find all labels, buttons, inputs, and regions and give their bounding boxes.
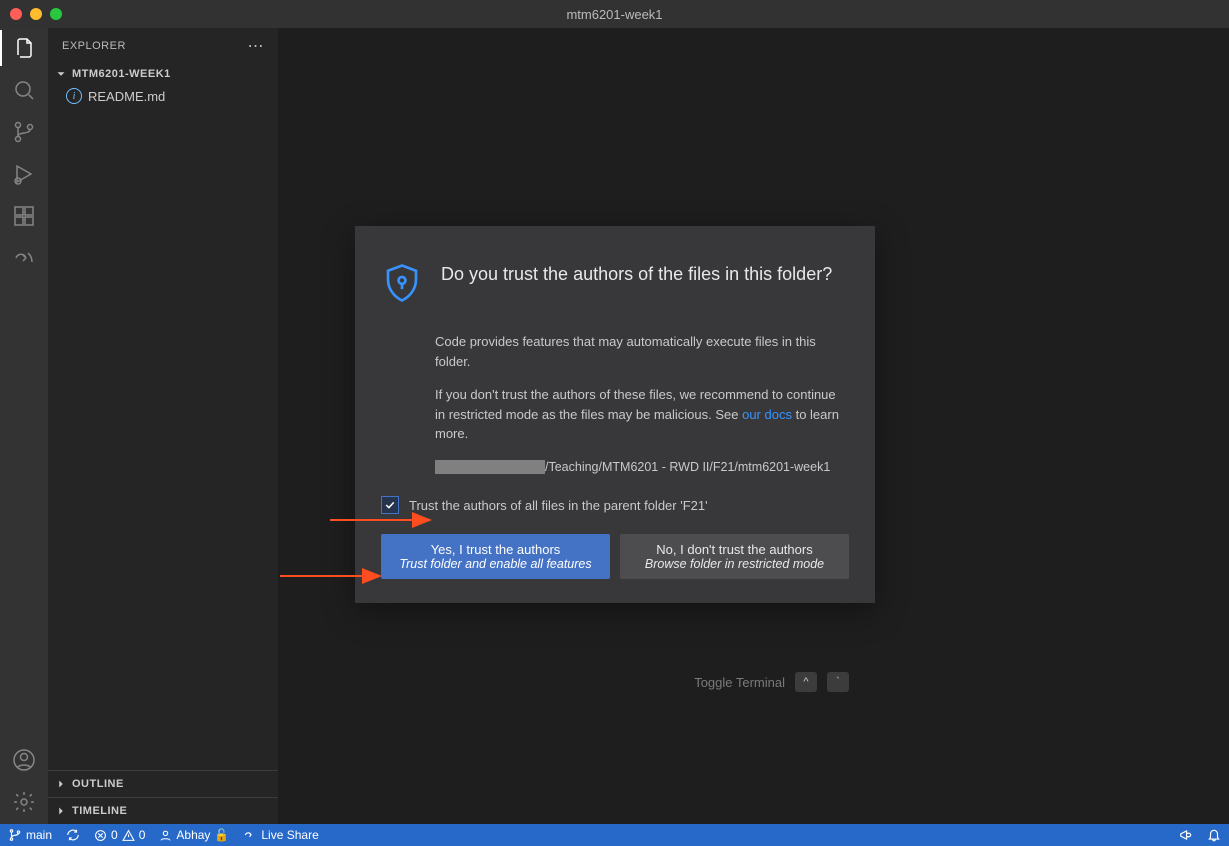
- bell-icon: [1207, 828, 1221, 842]
- settings-activity[interactable]: [12, 790, 36, 814]
- workspace-name: MTM6201-WEEK1: [72, 68, 171, 80]
- sidebar-header: EXPLORER ⋯: [48, 28, 278, 63]
- minimize-window-button[interactable]: [30, 8, 42, 20]
- error-icon: [94, 829, 107, 842]
- status-problems[interactable]: 0 0: [94, 828, 145, 842]
- status-sync[interactable]: [66, 828, 80, 842]
- live-share-activity[interactable]: [12, 246, 36, 270]
- info-file-icon: i: [66, 88, 82, 104]
- file-item-readme[interactable]: i README.md: [48, 85, 278, 107]
- live-share-icon: [12, 246, 36, 270]
- timeline-label: TIMELINE: [72, 805, 127, 817]
- extensions-activity[interactable]: [12, 204, 36, 228]
- gear-icon: [12, 790, 36, 814]
- branch-name: main: [26, 828, 52, 842]
- outline-section[interactable]: OUTLINE: [48, 770, 278, 797]
- annotation-arrow-yes-button: [280, 566, 390, 591]
- shield-icon: [381, 262, 423, 304]
- run-debug-activity[interactable]: [12, 162, 36, 186]
- account-icon: [12, 748, 36, 772]
- dialog-paragraph-1: Code provides features that may automati…: [435, 332, 849, 371]
- welcome-hint-toggle-terminal: Toggle Terminal ^ `: [694, 672, 849, 692]
- trust-parent-checkbox-row[interactable]: Trust the authors of all files in the pa…: [381, 496, 849, 514]
- titlebar: mtm6201-week1: [0, 0, 1229, 28]
- live-share-label: Live Share: [261, 828, 318, 842]
- git-branch-icon: [8, 828, 22, 842]
- sync-icon: [66, 828, 80, 842]
- status-feedback[interactable]: [1179, 828, 1193, 842]
- redacted-path-segment: [435, 460, 545, 474]
- status-notifications[interactable]: [1207, 828, 1221, 842]
- dialog-title: Do you trust the authors of the files in…: [441, 262, 832, 287]
- accounts-activity[interactable]: [12, 748, 36, 772]
- warning-count: 0: [139, 828, 146, 842]
- timeline-section[interactable]: TIMELINE: [48, 797, 278, 824]
- sidebar-more-actions[interactable]: ⋯: [248, 36, 265, 56]
- window-controls: [10, 8, 62, 20]
- activity-bar: [0, 28, 48, 824]
- user-name: Abhay: [176, 828, 210, 842]
- kbd-ctrl: ^: [795, 672, 817, 692]
- workspace-trust-dialog: Do you trust the authors of the files in…: [355, 226, 875, 603]
- chevron-right-icon: [54, 777, 68, 791]
- trust-button-main: Yes, I trust the authors: [431, 542, 561, 557]
- kbd-backtick: `: [827, 672, 849, 692]
- search-icon: [12, 78, 36, 102]
- folder-path: /Teaching/MTM6201 - RWD II/F21/mtm6201-w…: [435, 458, 849, 477]
- status-user[interactable]: Abhay 🔓: [159, 828, 229, 842]
- source-control-activity[interactable]: [12, 120, 36, 144]
- window-title: mtm6201-week1: [0, 7, 1229, 22]
- trust-button-sub: Trust folder and enable all features: [387, 557, 604, 571]
- file-name: README.md: [88, 89, 165, 104]
- person-icon: [159, 829, 172, 842]
- trust-authors-button[interactable]: Yes, I trust the authors Trust folder an…: [381, 534, 610, 579]
- dont-trust-button-main: No, I don't trust the authors: [656, 542, 812, 557]
- files-icon: [12, 36, 36, 60]
- search-activity[interactable]: [12, 78, 36, 102]
- outline-label: OUTLINE: [72, 778, 124, 790]
- chevron-down-icon: [54, 67, 68, 81]
- lock-icon: 🔓: [214, 828, 229, 842]
- git-branch-icon: [12, 120, 36, 144]
- explorer-activity[interactable]: [12, 36, 36, 60]
- live-share-icon: [243, 828, 257, 842]
- maximize-window-button[interactable]: [50, 8, 62, 20]
- annotation-arrow-checkbox: [330, 510, 440, 535]
- warning-icon: [122, 829, 135, 842]
- status-branch[interactable]: main: [8, 828, 52, 842]
- status-live-share[interactable]: Live Share: [243, 828, 318, 842]
- megaphone-icon: [1179, 828, 1193, 842]
- our-docs-link[interactable]: our docs: [742, 407, 792, 422]
- close-window-button[interactable]: [10, 8, 22, 20]
- error-count: 0: [111, 828, 118, 842]
- status-bar: main 0 0 Abhay 🔓 Live Share: [0, 824, 1229, 846]
- dont-trust-button-sub: Browse folder in restricted mode: [626, 557, 843, 571]
- extensions-icon: [12, 204, 36, 228]
- sidebar-title: EXPLORER: [62, 40, 126, 52]
- checkbox-label: Trust the authors of all files in the pa…: [409, 498, 708, 513]
- hint-label: Toggle Terminal: [694, 675, 785, 690]
- workspace-section[interactable]: MTM6201-WEEK1: [48, 63, 278, 85]
- debug-icon: [12, 162, 36, 186]
- dont-trust-authors-button[interactable]: No, I don't trust the authors Browse fol…: [620, 534, 849, 579]
- explorer-sidebar: EXPLORER ⋯ MTM6201-WEEK1 i README.md OUT…: [48, 28, 278, 824]
- dialog-paragraph-2: If you don't trust the authors of these …: [435, 385, 849, 444]
- chevron-right-icon: [54, 804, 68, 818]
